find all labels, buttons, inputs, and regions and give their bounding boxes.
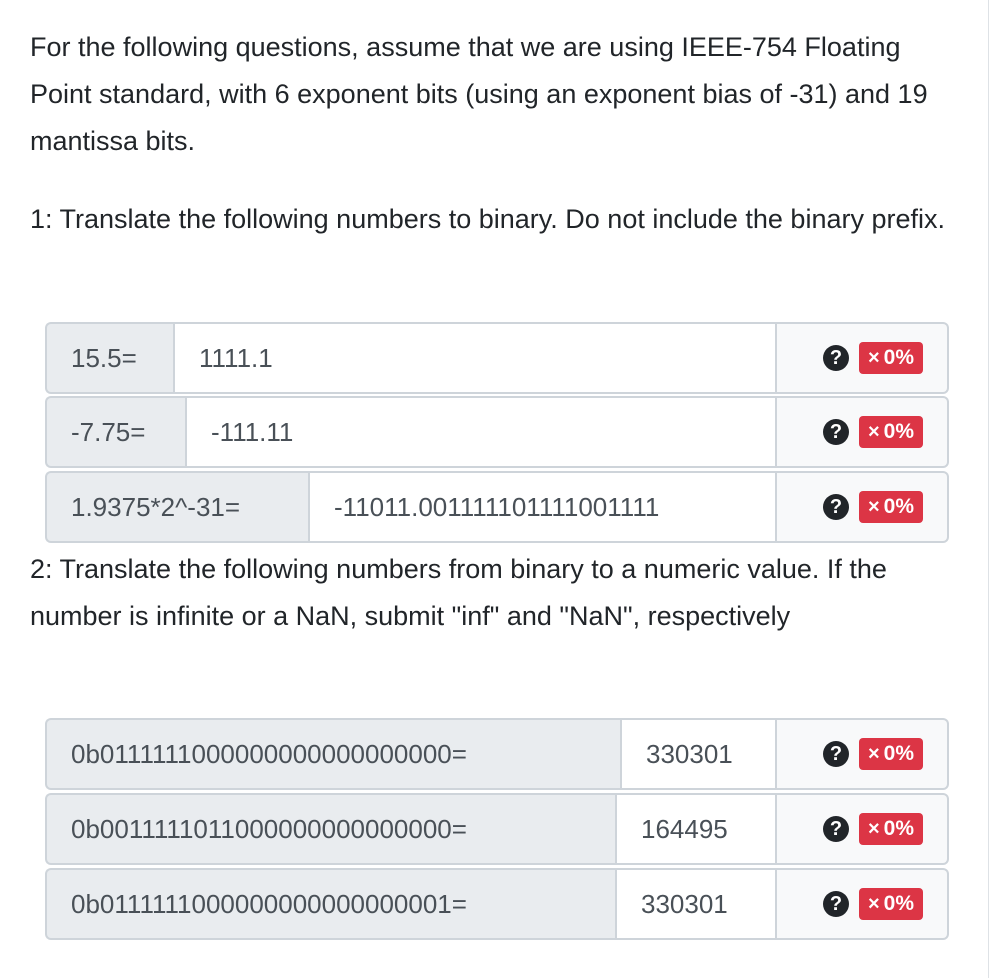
help-icon[interactable]: ? [822, 494, 849, 520]
x-icon: × [867, 420, 880, 443]
x-icon: × [867, 495, 880, 518]
score-text: 0% [883, 892, 914, 915]
answer-input[interactable]: -11011.001111101111001111 [308, 471, 777, 543]
answer-input[interactable]: -111.11 [185, 396, 777, 468]
x-icon: × [867, 346, 880, 369]
question-1-text: 1: Translate the following numbers to bi… [30, 204, 945, 234]
question-2-text: 2: Translate the following numbers from … [30, 554, 887, 631]
row-label: 0b0111111000000000000000001= [45, 868, 615, 940]
score-badge: × 0% [858, 491, 923, 523]
x-icon: × [867, 742, 880, 765]
answer-row: 0b0111111000000000000000001= 330301 ? × 0… [45, 868, 949, 940]
answer-input[interactable]: 1111.1 [173, 322, 777, 394]
feedback-box: ? × 0% [777, 718, 949, 790]
answer-row: 15.5= 1111.1 ? × 0% [45, 322, 949, 394]
row-label: 0b0111111000000000000000000= [45, 718, 620, 790]
answer-input[interactable]: 164495 [615, 793, 777, 865]
score-text: 0% [883, 817, 914, 840]
score-text: 0% [883, 495, 914, 518]
score-text: 0% [883, 742, 914, 765]
help-icon[interactable]: ? [822, 419, 849, 445]
score-badge: × 0% [858, 738, 923, 770]
answer-row: 0b0111111000000000000000000= 330301 ? × 0… [45, 718, 949, 790]
feedback-box: ? × 0% [777, 793, 949, 865]
score-text: 0% [883, 346, 914, 369]
intro-text: For the following questions, assume that… [30, 32, 928, 156]
x-icon: × [867, 817, 880, 840]
feedback-box: ? × 0% [777, 471, 949, 543]
help-icon[interactable]: ? [822, 891, 849, 917]
score-badge: × 0% [858, 813, 923, 845]
row-label: -7.75= [45, 396, 185, 468]
row-label: 0b0011111011000000000000000= [45, 793, 615, 865]
feedback-box: ? × 0% [777, 868, 949, 940]
feedback-box: ? × 0% [777, 322, 949, 394]
score-badge: × 0% [858, 888, 923, 920]
page-border [988, 0, 989, 978]
row-label: 15.5= [45, 322, 173, 394]
score-text: 0% [883, 420, 914, 443]
help-icon[interactable]: ? [822, 741, 849, 767]
x-icon: × [867, 892, 880, 915]
answer-row: -7.75= -111.11 ? × 0% [45, 396, 949, 468]
answer-input[interactable]: 330301 [615, 868, 777, 940]
help-icon[interactable]: ? [822, 345, 849, 371]
row-label: 1.9375*2^-31= [45, 471, 308, 543]
answer-row: 1.9375*2^-31= -11011.001111101111001111 … [45, 471, 949, 543]
answer-input[interactable]: 330301 [620, 718, 777, 790]
help-icon[interactable]: ? [822, 816, 849, 842]
feedback-box: ? × 0% [777, 396, 949, 468]
answer-row: 0b0011111011000000000000000= 164495 ? × 0… [45, 793, 949, 865]
score-badge: × 0% [858, 342, 923, 374]
score-badge: × 0% [858, 416, 923, 448]
